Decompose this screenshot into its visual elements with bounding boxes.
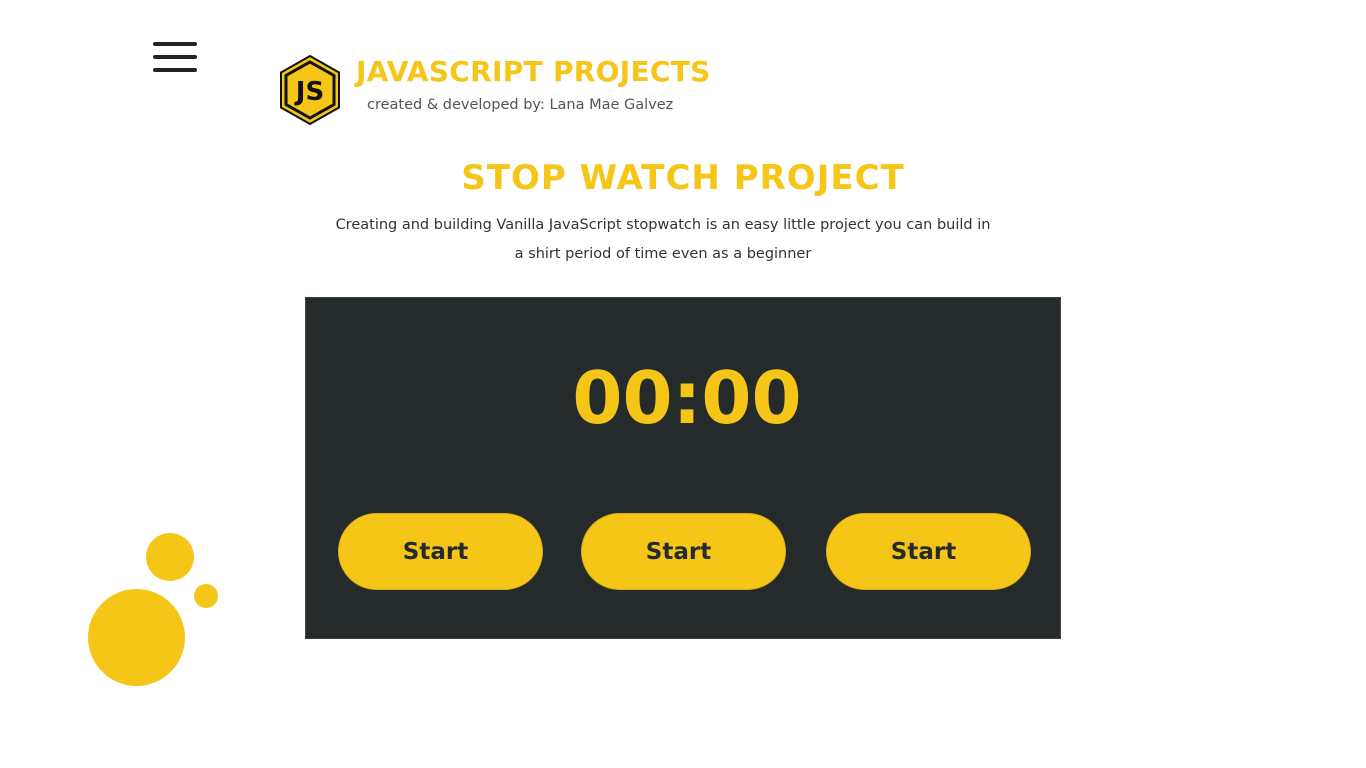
menu-bar-top bbox=[153, 42, 197, 46]
project-title: STOP WATCH PROJECT bbox=[461, 158, 905, 198]
project-description: Creating and building Vanilla JavaScript… bbox=[335, 217, 991, 262]
page: JS JAVASCRIPT PROJECTS created & develop… bbox=[0, 0, 1366, 768]
start-button-3-label: Start bbox=[890, 538, 957, 565]
menu-bar-bottom bbox=[153, 68, 197, 72]
hamburger-menu-button[interactable] bbox=[153, 42, 197, 74]
timer-display: 00:00 bbox=[572, 356, 802, 440]
menu-bar-middle bbox=[153, 55, 197, 59]
logo-text: JS bbox=[294, 77, 324, 107]
javascript-logo-icon[interactable]: JS bbox=[278, 54, 342, 126]
start-button-1[interactable]: Start bbox=[338, 513, 543, 590]
start-button-3[interactable]: Start bbox=[826, 513, 1031, 590]
brand-title: JAVASCRIPT PROJECTS bbox=[356, 55, 711, 88]
decorative-circle-small bbox=[194, 584, 218, 608]
start-button-1-label: Start bbox=[402, 538, 469, 565]
start-button-2[interactable]: Start bbox=[581, 513, 786, 590]
decorative-circle-large bbox=[88, 589, 185, 686]
brand-subtitle: created & developed by: Lana Mae Galvez bbox=[367, 97, 674, 113]
start-button-2-label: Start bbox=[645, 538, 712, 565]
stopwatch-panel: 00:00 Start Start Start bbox=[305, 297, 1061, 639]
decorative-circle-medium bbox=[146, 533, 194, 581]
